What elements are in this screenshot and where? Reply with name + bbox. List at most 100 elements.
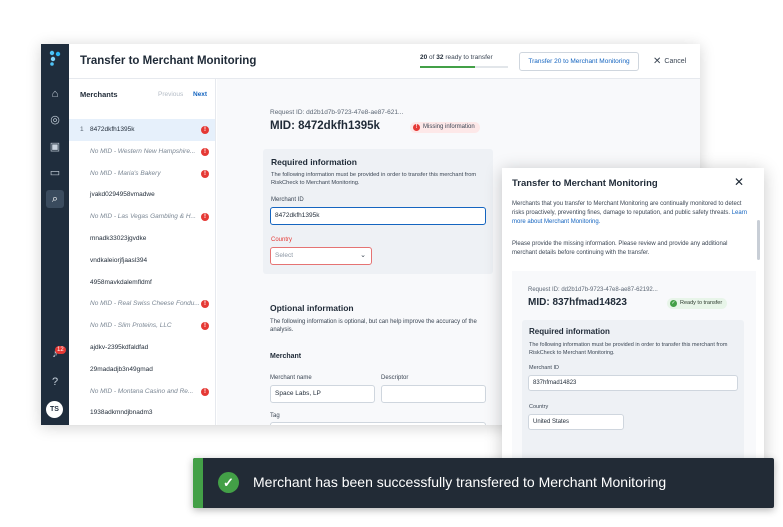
list-item-name: 1938adkmndjbnadm3 (90, 409, 153, 417)
required-info-section: Required information The following infor… (263, 149, 493, 274)
error-icon: ! (201, 147, 209, 156)
list-item-name: vndkaleiorjfjaasl394 (90, 256, 148, 264)
page-title: Transfer to Merchant Monitoring (80, 55, 257, 67)
progress-text: 20 of 32 ready to transfer (420, 54, 493, 61)
list-item[interactable]: mnadk33023jgvdke (69, 228, 215, 250)
list-item-number: 1 (80, 126, 84, 133)
progress-fill (420, 66, 475, 68)
progress-bar (420, 66, 508, 68)
status-badge: ! Missing information (410, 122, 480, 133)
previous-button[interactable]: Previous (158, 91, 183, 98)
list-item[interactable]: No MID - Slim Proteins, LLC! (69, 315, 215, 337)
merchant-id-label: Merchant ID (271, 197, 304, 203)
list-item-name: ajdkv-2395kdfaldfad (90, 343, 149, 351)
error-icon: ! (201, 300, 209, 309)
country-select[interactable]: Select ⌄ (270, 247, 372, 265)
optional-description: The following information is optional, b… (270, 319, 477, 333)
ready-badge: ✓ Ready to transfer (667, 298, 728, 309)
error-icon: ! (201, 322, 209, 331)
toast-accent-bar (193, 458, 203, 508)
list-item[interactable]: No MID - Real Swiss Cheese Fondu...! (69, 293, 215, 315)
modal-request-id: Request ID: dd2b1d7b-9723-47e8-ae87-6219… (528, 287, 658, 293)
modal-instructions: Please provide the missing information. … (512, 241, 728, 256)
check-circle-icon: ✓ (218, 472, 239, 493)
list-item-name: No MID - Real Swiss Cheese Fondu... (90, 300, 200, 308)
list-item-name: 4958mavkdalemfldmf (90, 278, 152, 286)
list-item-name: 29madadjb3n49gmad (90, 365, 153, 373)
alert-icon: ! (413, 124, 420, 131)
avatar[interactable]: TS (46, 401, 63, 418)
modal-scrollbar[interactable] (757, 220, 760, 260)
list-item[interactable]: 29madadjb3n49gmad (69, 359, 215, 381)
error-icon: ! (201, 213, 209, 222)
merchant-sidebar: Merchants Previous Next 1 8472dkfh1395k! N… (69, 79, 216, 425)
required-heading: Required information (271, 157, 357, 167)
check-circle-icon[interactable]: ◎ (46, 111, 64, 129)
required-description: The following information must be provid… (271, 172, 477, 186)
close-icon[interactable]: ✕ (734, 175, 744, 189)
country-label: Country (271, 237, 293, 243)
merchant-name-label: Merchant name (270, 375, 312, 381)
list-item[interactable]: No MID - Western New Hampshire...! (69, 141, 215, 163)
request-id: Request ID: dd2b1d7b-9723-47e8-ae87-621.… (270, 109, 404, 116)
merchant-list: 1 8472dkfh1395k! No MID - Western New Hamp… (69, 119, 215, 424)
error-icon: ! (201, 169, 209, 178)
sidebar-heading: Merchants (80, 90, 118, 99)
list-item[interactable]: No MID - Montana Casino and Re...! (69, 381, 215, 403)
list-item-name: No MID - Western New Hampshire... (90, 147, 196, 155)
merchant-subheading: Merchant (270, 353, 302, 360)
error-icon: ! (201, 387, 209, 396)
list-item-name: mnadk33023jgvdke (90, 234, 147, 242)
document-search-icon[interactable]: ▣ (46, 138, 64, 156)
modal-country-select[interactable]: United States (528, 414, 624, 430)
notification-badge: 12 (55, 346, 66, 354)
transfer-button[interactable]: Transfer 20 to Merchant Monitoring (519, 52, 639, 71)
monitor-icon[interactable]: ▭ (46, 164, 64, 182)
transfer-modal: Transfer to Merchant Monitoring ✕ Mercha… (502, 168, 764, 466)
list-item-name: No MID - Las Vegas Gambling & H... (90, 213, 196, 221)
list-item[interactable]: No MID - Las Vegas Gambling & H...! (69, 206, 215, 228)
modal-merchant-card: Request ID: dd2b1d7b-9723-47e8-ae87-6219… (512, 271, 756, 466)
list-item-name: No MID - Maria's Bakery (90, 169, 161, 177)
cancel-button[interactable]: ✕ Cancel (653, 56, 686, 67)
modal-required-heading: Required information (529, 327, 610, 336)
merchant-id-input[interactable]: 8472dkfh1395k (270, 207, 486, 225)
descriptor-input[interactable] (381, 385, 486, 403)
list-item[interactable]: No MID - Maria's Bakery! (69, 163, 215, 185)
list-item-name: No MID - Montana Casino and Re... (90, 387, 194, 395)
success-toast: ✓ Merchant has been successfully transfe… (193, 458, 774, 508)
nav-rail: ⌂ ◎ ▣ ▭ ⌕ ♪ 12 ? TS (41, 44, 69, 425)
optional-heading: Optional information (270, 303, 354, 313)
modal-required-section: Required information The following infor… (522, 320, 744, 460)
close-icon: ✕ (653, 56, 662, 67)
modal-title: Transfer to Merchant Monitoring (512, 178, 658, 189)
tag-label: Tag (270, 413, 280, 419)
list-item[interactable]: jvakd0294958vmadwe (69, 184, 215, 206)
chevron-down-icon: ⌄ (360, 252, 366, 259)
toast-message: Merchant has been successfully transfere… (253, 474, 667, 490)
top-bar: Transfer to Merchant Monitoring 20 of 32… (69, 44, 700, 79)
descriptor-label: Descriptor (381, 375, 409, 381)
modal-country-label: Country (529, 404, 549, 410)
list-item[interactable]: 1938adkmndjbnadm3 (69, 402, 215, 424)
tag-input[interactable] (270, 422, 486, 425)
list-item[interactable]: vndkaleiorjfjaasl394 (69, 250, 215, 272)
logo-icon (49, 50, 61, 66)
home-icon[interactable]: ⌂ (46, 85, 64, 103)
modal-mid-title: MID: 837hfmad14823 (528, 297, 627, 308)
list-item[interactable]: 1 8472dkfh1395k! (69, 119, 215, 141)
list-item[interactable]: ajdkv-2395kdfaldfad (69, 337, 215, 359)
modal-intro: Merchants that you transfer to Merchant … (512, 201, 748, 225)
modal-merchant-id-input[interactable]: 837hfmad14823 (528, 375, 738, 391)
next-button[interactable]: Next (193, 91, 207, 98)
search-icon[interactable]: ⌕ (46, 190, 64, 208)
modal-merchant-id-label: Merchant ID (529, 365, 559, 371)
merchant-name-input[interactable]: Space Labs, LP (270, 385, 375, 403)
list-item-name: No MID - Slim Proteins, LLC (90, 322, 172, 330)
check-icon: ✓ (670, 300, 677, 307)
list-item-name: jvakd0294958vmadwe (90, 191, 155, 199)
mid-title: MID: 8472dkfh1395k (270, 120, 380, 132)
list-item[interactable]: 4958mavkdalemfldmf (69, 272, 215, 294)
list-item-name: 8472dkfh1395k (90, 126, 135, 133)
help-icon[interactable]: ? (46, 373, 64, 391)
